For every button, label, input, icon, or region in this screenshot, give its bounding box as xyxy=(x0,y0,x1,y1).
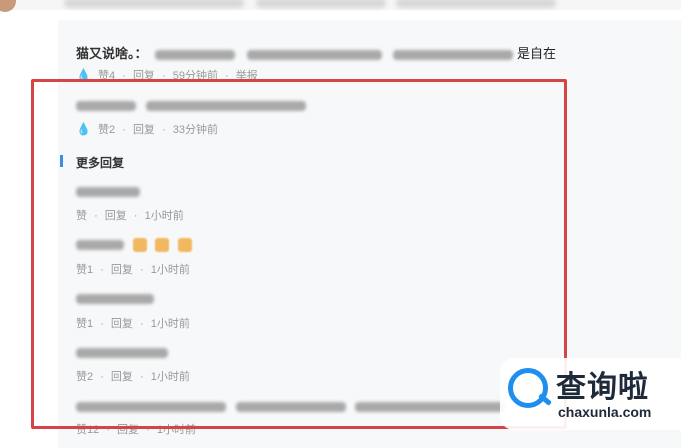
comment-page: 猫又说啥。： 是自在 💧 赞4 · 回复 · 59分钟前 · 举报 💧 赞2 ·… xyxy=(0,0,681,448)
search-logo-icon xyxy=(508,368,548,408)
watermark: 查询啦 chaxunla.com xyxy=(500,358,681,430)
blurred-text xyxy=(246,49,382,60)
watermark-domain: chaxunla.com xyxy=(558,404,652,420)
comment-text: 是自在 xyxy=(517,46,557,61)
blurred-text xyxy=(396,0,556,8)
highlight-box xyxy=(31,79,567,429)
blurred-text xyxy=(64,0,244,8)
comment-author[interactable]: 猫又说啥。： xyxy=(76,46,148,61)
avatar[interactable] xyxy=(0,0,16,12)
blurred-text xyxy=(393,49,514,60)
blurred-text xyxy=(155,49,236,60)
comment-1: 猫又说啥。： 是自在 xyxy=(76,43,556,62)
blurred-text xyxy=(256,0,386,8)
watermark-title: 查询啦 xyxy=(556,371,649,404)
